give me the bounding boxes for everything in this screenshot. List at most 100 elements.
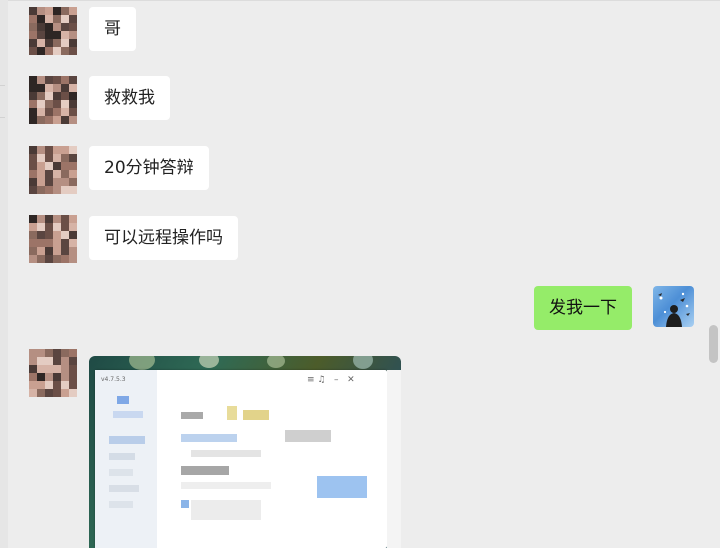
avatar-mosaic-cell bbox=[37, 255, 45, 263]
scrollbar-thumb[interactable] bbox=[709, 325, 718, 363]
avatar-mosaic-cell bbox=[29, 215, 37, 223]
avatar-mosaic-cell bbox=[45, 84, 53, 92]
contact-avatar[interactable] bbox=[29, 7, 77, 55]
avatar-mosaic-cell bbox=[45, 239, 53, 247]
avatar-mosaic-cell bbox=[61, 170, 69, 178]
avatar-mosaic-cell bbox=[61, 215, 69, 223]
avatar-mosaic-cell bbox=[37, 31, 45, 39]
image-message[interactable]: v4.7.5.3 ≡ ♫ – ✕ bbox=[89, 356, 401, 548]
avatar-mosaic-cell bbox=[61, 154, 69, 162]
avatar-mosaic-cell bbox=[61, 223, 69, 231]
message-bubble[interactable]: 20分钟答辩 bbox=[89, 146, 209, 190]
avatar-mosaic-cell bbox=[69, 15, 77, 23]
avatar-mosaic-cell bbox=[37, 84, 45, 92]
avatar-mosaic-cell bbox=[29, 186, 37, 194]
avatar-mosaic-cell bbox=[69, 154, 77, 162]
avatar-mosaic-cell bbox=[69, 116, 77, 124]
message-bubble[interactable]: 哥 bbox=[89, 7, 136, 51]
contact-avatar[interactable] bbox=[29, 215, 77, 263]
avatar-mosaic-cell bbox=[29, 108, 37, 116]
message-bubble[interactable]: 可以远程操作吗 bbox=[89, 216, 238, 260]
avatar-mosaic-cell bbox=[29, 239, 37, 247]
avatar-mosaic-cell bbox=[37, 357, 45, 365]
avatar-mosaic-cell bbox=[45, 349, 53, 357]
avatar-mosaic-cell bbox=[69, 223, 77, 231]
avatar-mosaic-cell bbox=[37, 215, 45, 223]
avatar-mosaic-cell bbox=[37, 92, 45, 100]
avatar-mosaic-cell bbox=[69, 23, 77, 31]
avatar-mosaic-cell bbox=[29, 357, 37, 365]
avatar-mosaic-cell bbox=[61, 373, 69, 381]
avatar-mosaic-cell bbox=[61, 7, 69, 15]
avatar-mosaic-cell bbox=[45, 47, 53, 55]
avatar-mosaic-cell bbox=[61, 389, 69, 397]
avatar-mosaic-cell bbox=[29, 255, 37, 263]
avatar-mosaic-cell bbox=[61, 92, 69, 100]
avatar-mosaic-cell bbox=[37, 162, 45, 170]
avatar-mosaic-cell bbox=[61, 349, 69, 357]
avatar-mosaic-cell bbox=[29, 84, 37, 92]
avatar-mosaic-cell bbox=[69, 215, 77, 223]
avatar-mosaic-cell bbox=[61, 255, 69, 263]
avatar-mosaic-cell bbox=[53, 365, 61, 373]
avatar-mosaic-cell bbox=[29, 31, 37, 39]
avatar-mosaic-cell bbox=[61, 178, 69, 186]
avatar-mosaic-cell bbox=[37, 23, 45, 31]
avatar-mosaic-cell bbox=[45, 100, 53, 108]
avatar-mosaic-cell bbox=[45, 223, 53, 231]
avatar-mosaic-cell bbox=[53, 92, 61, 100]
avatar-mosaic-cell bbox=[53, 23, 61, 31]
avatar-mosaic-cell bbox=[61, 231, 69, 239]
avatar-mosaic-cell bbox=[45, 7, 53, 15]
avatar-mosaic-cell bbox=[29, 170, 37, 178]
avatar-mosaic-cell bbox=[45, 108, 53, 116]
avatar-mosaic-cell bbox=[29, 146, 37, 154]
avatar-mosaic-cell bbox=[29, 154, 37, 162]
avatar-mosaic-cell bbox=[29, 389, 37, 397]
self-avatar[interactable] bbox=[653, 286, 694, 327]
avatar-mosaic-cell bbox=[37, 247, 45, 255]
avatar-mosaic-cell bbox=[29, 162, 37, 170]
avatar-mosaic-cell bbox=[69, 231, 77, 239]
avatar-mosaic-cell bbox=[29, 47, 37, 55]
outgoing-message-bubble[interactable]: 发我一下 bbox=[534, 286, 632, 330]
avatar-mosaic-cell bbox=[45, 365, 53, 373]
person-icon bbox=[658, 292, 690, 327]
avatar-mosaic-cell bbox=[29, 39, 37, 47]
avatar-mosaic-cell bbox=[69, 349, 77, 357]
avatar-mosaic-cell bbox=[37, 178, 45, 186]
avatar-mosaic-cell bbox=[69, 247, 77, 255]
avatar-mosaic-cell bbox=[53, 231, 61, 239]
avatar-mosaic-cell bbox=[53, 239, 61, 247]
avatar-mosaic-cell bbox=[37, 39, 45, 47]
avatar-mosaic-cell bbox=[37, 146, 45, 154]
avatar-mosaic-cell bbox=[45, 31, 53, 39]
avatar-mosaic-cell bbox=[45, 389, 53, 397]
avatar-mosaic-cell bbox=[69, 357, 77, 365]
avatar-mosaic-cell bbox=[37, 231, 45, 239]
avatar-mosaic-cell bbox=[45, 23, 53, 31]
avatar-mosaic-cell bbox=[61, 23, 69, 31]
avatar-mosaic-cell bbox=[37, 47, 45, 55]
avatar-mosaic-cell bbox=[37, 100, 45, 108]
contact-avatar[interactable] bbox=[29, 349, 77, 397]
avatar-mosaic-cell bbox=[37, 186, 45, 194]
avatar-mosaic-cell bbox=[45, 39, 53, 47]
avatar-mosaic-cell bbox=[53, 223, 61, 231]
avatar-mosaic-cell bbox=[53, 146, 61, 154]
avatar-mosaic-cell bbox=[69, 162, 77, 170]
avatar-mosaic-cell bbox=[29, 349, 37, 357]
avatar-mosaic-cell bbox=[61, 162, 69, 170]
contact-avatar[interactable] bbox=[29, 146, 77, 194]
avatar-mosaic-cell bbox=[69, 186, 77, 194]
avatar-mosaic-cell bbox=[29, 365, 37, 373]
message-bubble[interactable]: 救救我 bbox=[89, 76, 170, 120]
avatar-mosaic-cell bbox=[53, 162, 61, 170]
avatar-mosaic-cell bbox=[29, 23, 37, 31]
avatar-mosaic-cell bbox=[37, 154, 45, 162]
avatar-mosaic-cell bbox=[53, 373, 61, 381]
avatar-mosaic-cell bbox=[45, 357, 53, 365]
avatar-mosaic-cell bbox=[29, 381, 37, 389]
contact-avatar[interactable] bbox=[29, 76, 77, 124]
avatar-mosaic-cell bbox=[45, 146, 53, 154]
